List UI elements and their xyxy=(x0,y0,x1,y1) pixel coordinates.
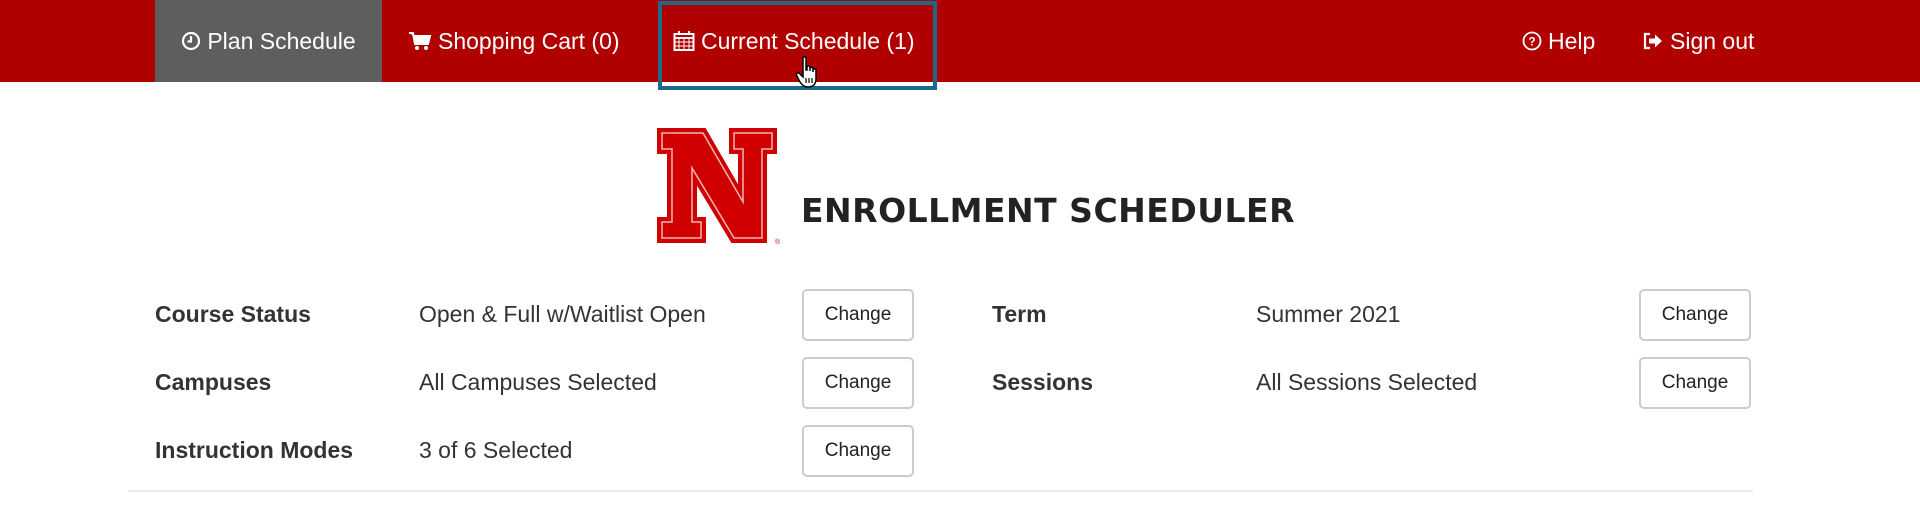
course-status-label: Course Status xyxy=(155,301,311,327)
svg-text:?: ? xyxy=(1528,35,1535,49)
change-sessions-button[interactable]: Change xyxy=(1639,357,1751,409)
hand-pointer-cursor xyxy=(795,56,821,95)
nav-shopping-cart[interactable]: Shopping Cart (0) xyxy=(408,0,620,82)
change-campuses-button[interactable]: Change xyxy=(802,357,914,409)
nav-current-schedule-label: Current Schedule (1) xyxy=(701,27,915,54)
calendar-icon xyxy=(673,30,695,52)
course-status-value: Open & Full w/Waitlist Open xyxy=(419,301,706,327)
sessions-label: Sessions xyxy=(992,369,1093,395)
section-divider xyxy=(128,490,1753,492)
term-label: Term xyxy=(992,301,1047,327)
nav-plan-schedule-label: Plan Schedule xyxy=(207,27,356,54)
nav-sign-out-label: Sign out xyxy=(1670,27,1755,54)
clock-icon xyxy=(181,31,201,51)
instruction-modes-label: Instruction Modes xyxy=(155,437,354,463)
campuses-label: Campuses xyxy=(155,369,272,395)
campuses-value: All Campuses Selected xyxy=(419,369,657,395)
change-term-button[interactable]: Change xyxy=(1639,289,1751,341)
app-title: ENROLLMENT SCHEDULER xyxy=(801,191,1295,230)
nav-help[interactable]: ? Help xyxy=(1522,0,1595,82)
nav-shopping-cart-label: Shopping Cart (0) xyxy=(438,27,620,54)
sign-out-icon xyxy=(1642,31,1664,51)
instruction-modes-value: 3 of 6 Selected xyxy=(419,437,573,463)
svg-text:®: ® xyxy=(775,238,781,246)
nav-help-label: Help xyxy=(1548,27,1596,54)
sessions-value: All Sessions Selected xyxy=(1256,369,1478,395)
question-circle-icon: ? xyxy=(1522,31,1542,51)
nebraska-n-logo: ® xyxy=(657,128,781,246)
change-course-status-button[interactable]: Change xyxy=(802,289,914,341)
enrollment-scheduler-logo: ® ENROLLMENT SCHEDULER xyxy=(655,126,1295,246)
change-instruction-modes-button[interactable]: Change xyxy=(802,425,914,477)
nav-current-schedule[interactable]: Current Schedule (1) xyxy=(673,0,915,82)
top-navbar: Plan Schedule Shopping Cart (0) Current … xyxy=(0,0,1920,82)
nav-sign-out[interactable]: Sign out xyxy=(1642,0,1754,82)
shopping-cart-icon xyxy=(408,31,432,51)
term-value: Summer 2021 xyxy=(1256,301,1401,327)
nav-plan-schedule[interactable]: Plan Schedule xyxy=(155,0,382,82)
